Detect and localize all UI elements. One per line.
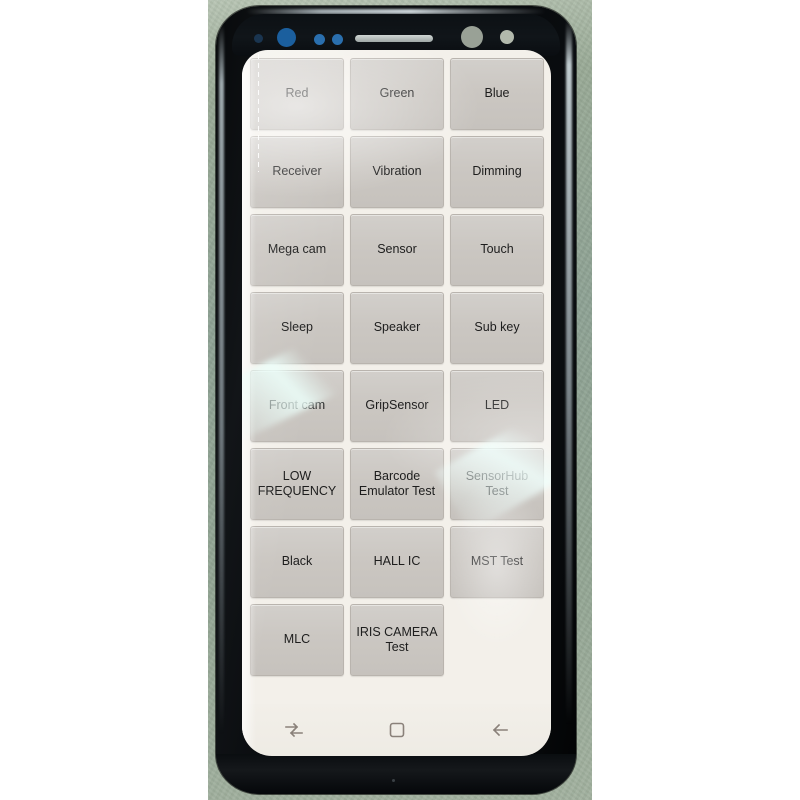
back-arrow-icon — [490, 721, 510, 739]
test-button[interactable]: HALL IC — [350, 526, 444, 598]
test-button[interactable]: Red — [250, 58, 344, 130]
phone-edge-highlight-left — [219, 24, 224, 764]
empty-grid-cell — [450, 604, 544, 676]
test-button[interactable]: Sub key — [450, 292, 544, 364]
test-button[interactable]: GripSensor — [350, 370, 444, 442]
front-camera-icon — [461, 26, 483, 48]
test-button[interactable]: Mega cam — [250, 214, 344, 286]
phone-bottom-bezel — [216, 754, 576, 794]
test-button[interactable]: Front cam — [250, 370, 344, 442]
test-button[interactable]: LOW FREQUENCY — [250, 448, 344, 520]
test-button[interactable]: Green — [350, 58, 444, 130]
test-button[interactable]: LED — [450, 370, 544, 442]
screenshot-root: Red Green Blue Receiver Vibration Dimmin… — [0, 0, 800, 800]
test-button[interactable]: Sleep — [250, 292, 344, 364]
phone-device: Red Green Blue Receiver Vibration Dimmin… — [216, 6, 576, 794]
factory-test-button-grid: Red Green Blue Receiver Vibration Dimmin… — [250, 58, 544, 676]
phone-screen: Red Green Blue Receiver Vibration Dimmin… — [242, 50, 551, 756]
test-button[interactable]: MST Test — [450, 526, 544, 598]
home-icon — [388, 721, 406, 739]
test-button[interactable]: Blue — [450, 58, 544, 130]
test-button[interactable]: SensorHub Test — [450, 448, 544, 520]
test-button[interactable]: Black — [250, 526, 344, 598]
phone-edge-highlight-right — [566, 20, 572, 762]
earpiece-speaker-icon — [355, 35, 433, 42]
test-button[interactable]: Dimming — [450, 136, 544, 208]
light-sensor-icon — [332, 34, 343, 45]
android-navigation-bar — [242, 704, 551, 756]
test-button[interactable]: Touch — [450, 214, 544, 286]
led-indicator-icon — [500, 30, 514, 44]
test-button[interactable]: Sensor — [350, 214, 444, 286]
test-button[interactable]: Barcode Emulator Test — [350, 448, 444, 520]
test-button[interactable]: MLC — [250, 604, 344, 676]
test-button[interactable]: Receiver — [250, 136, 344, 208]
recents-button[interactable] — [266, 710, 322, 750]
microphone-hole-icon — [392, 779, 395, 782]
iris-camera-icon — [277, 28, 296, 47]
test-button[interactable]: Vibration — [350, 136, 444, 208]
test-button[interactable]: IRIS CAMERA Test — [350, 604, 444, 676]
recents-icon — [283, 721, 305, 739]
back-button[interactable] — [472, 710, 528, 750]
test-button[interactable]: Speaker — [350, 292, 444, 364]
iris-sensor-icon — [254, 34, 263, 43]
proximity-sensor-icon — [314, 34, 325, 45]
home-button[interactable] — [369, 710, 425, 750]
